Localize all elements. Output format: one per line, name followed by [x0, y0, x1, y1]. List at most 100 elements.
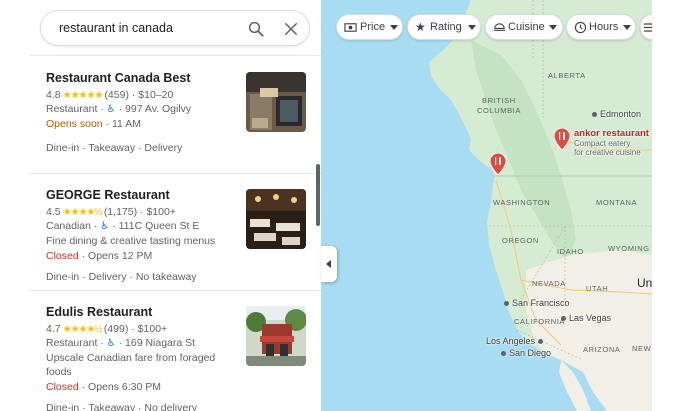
region-label: NEVADA	[532, 279, 566, 288]
chip-label: Cuisine	[508, 21, 545, 33]
category: Restaurant	[46, 103, 98, 115]
filter-chip-rating[interactable]: ★ Rating	[407, 14, 481, 40]
chevron-down-icon	[549, 25, 557, 30]
filter-chip-price[interactable]: Price	[336, 14, 403, 40]
region-label: ALBERTA	[548, 71, 586, 80]
result-name[interactable]: Edulis Restaurant	[46, 305, 152, 319]
results-scrollbar[interactable]	[316, 164, 320, 226]
wheelchair-icon: ♿	[100, 221, 110, 232]
price-level: $100+	[146, 206, 176, 218]
money-icon	[344, 23, 357, 32]
region-label: NEW MEXICO	[632, 344, 652, 353]
rating-stars: ★★★★½	[62, 207, 103, 218]
region-label: OREGON	[502, 236, 539, 245]
clock-icon	[574, 21, 587, 34]
search-icon[interactable]	[247, 20, 265, 38]
city-san-diego: San Diego	[501, 348, 551, 358]
category-address: Restaurant · ♿ · 169 Niagara St	[46, 337, 196, 349]
wheelchair-icon: ♿	[106, 104, 116, 115]
city-dot-icon	[538, 339, 544, 344]
result-card[interactable]: Edulis Restaurant 4.7 ★★★★½ (499) · $100+ …	[29, 291, 321, 411]
result-name[interactable]: Restaurant Canada Best	[46, 71, 191, 85]
rating-value: 4.5	[46, 206, 61, 218]
pin-label: ankor restaurant Compact eatery for crea…	[574, 128, 649, 157]
address: 169 Niagara St	[125, 337, 196, 349]
collapse-panel-button[interactable]	[321, 246, 337, 282]
status-detail: Opens 12 PM	[88, 250, 153, 262]
chevron-left-icon	[326, 260, 331, 268]
country-label-partial: Un	[637, 276, 652, 290]
region-label: WYOMING	[608, 244, 650, 253]
result-card[interactable]: GEORGE Restaurant 4.5 ★★★★½ (1,175) · $100…	[29, 174, 321, 291]
pin-desc-2: for creative cuisine	[574, 148, 641, 157]
rating-line: 4.8 ★★★★★ (459) · $10–20	[46, 89, 174, 101]
region-label: COLUMBIA	[477, 106, 521, 115]
city-edmonton: Edmonton	[592, 109, 641, 119]
hours-line: Closed · Opens 12 PM	[46, 250, 153, 262]
region-label: IDAHO	[557, 247, 584, 256]
service-options: Dine-in · Delivery · No takeaway	[46, 271, 197, 283]
price-level: $100+	[137, 323, 168, 335]
filter-chip-cuisine[interactable]: Cuisine	[485, 14, 563, 40]
city-las-vegas: Las Vegas	[561, 313, 611, 323]
chip-label: Price	[360, 21, 386, 33]
category: Restaurant	[46, 337, 98, 349]
rating-stars: ★★★★½	[62, 324, 103, 335]
search-bar: restaurant in canada	[29, 0, 321, 56]
status-detail: 11 AM	[111, 118, 141, 130]
filter-icon	[644, 23, 652, 32]
description-line-1: Upscale Canadian fare from foraged	[46, 352, 216, 364]
search-input[interactable]: restaurant in canada	[40, 10, 310, 46]
restaurant-pin-icon[interactable]	[490, 153, 506, 175]
result-photo[interactable]	[246, 72, 306, 132]
result-card[interactable]: Restaurant Canada Best 4.8 ★★★★★ (459) · $…	[29, 57, 321, 174]
chip-label: Hours	[589, 21, 619, 33]
city-dot-icon	[501, 351, 506, 356]
restaurant-pin-icon[interactable]	[554, 128, 570, 150]
review-count: (1,175)	[103, 206, 138, 218]
service-options: Dine-in · Takeaway · Delivery	[46, 142, 183, 154]
results-panel: restaurant in canada Restaurant Canada B…	[29, 0, 321, 411]
pin-desc-1: Compact eatery	[574, 139, 631, 148]
rating-value: 4.7	[46, 323, 61, 335]
description-line-2: foods	[46, 366, 72, 378]
closed-status: Closed	[46, 250, 79, 262]
search-query[interactable]: restaurant in canada	[59, 21, 173, 35]
address: 111C Queen St E	[118, 220, 200, 232]
region-label: UTAH	[586, 284, 609, 293]
cuisine-icon	[493, 23, 506, 31]
close-icon[interactable]	[282, 20, 300, 38]
city-los-angeles: Los Angeles	[486, 336, 544, 346]
pin-name[interactable]: ankor restaurant	[574, 128, 649, 139]
status-detail: Opens 6:30 PM	[88, 381, 161, 393]
category-address: Canadian · ♿ · 111C Queen St E	[46, 220, 200, 232]
star-icon: ★	[415, 20, 426, 34]
address: 997 Av. Ogilvy	[125, 103, 192, 115]
service-options: Dine-in · Takeaway · No delivery	[46, 402, 197, 411]
result-photo[interactable]	[246, 306, 306, 366]
review-count: (459)	[104, 89, 129, 101]
wheelchair-icon: ♿	[106, 338, 116, 349]
result-name[interactable]: GEORGE Restaurant	[46, 188, 170, 202]
rating-value: 4.8	[46, 89, 61, 101]
results-list: Restaurant Canada Best 4.8 ★★★★★ (459) · $…	[29, 57, 321, 411]
map-view[interactable]: ALBERTA BRITISH COLUMBIA WASHINGTON MONT…	[321, 0, 652, 411]
hours-line: Closed · Opens 6:30 PM	[46, 381, 161, 393]
category-address: Restaurant · ♿ · 997 Av. Ogilvy	[46, 103, 192, 115]
closed-status: Closed	[46, 381, 79, 393]
rating-stars: ★★★★★	[62, 90, 104, 101]
chip-label: Rating	[430, 21, 462, 33]
result-photo[interactable]	[246, 189, 306, 249]
chevron-down-icon	[390, 25, 398, 30]
region-label: MONTANA	[596, 198, 638, 207]
category: Canadian	[46, 220, 91, 232]
city-dot-icon	[561, 316, 566, 321]
filter-chip-hours[interactable]: Hours	[566, 14, 636, 40]
region-label: CALIFORNIA	[514, 317, 566, 326]
review-count: (499)	[103, 323, 129, 335]
rating-line: 4.5 ★★★★½ (1,175) · $100+	[46, 206, 176, 218]
region-label: BRITISH	[482, 96, 516, 105]
hours-line: Opens soon · 11 AM	[46, 118, 141, 130]
chevron-down-icon	[468, 25, 476, 30]
region-label: ARIZONA	[583, 345, 621, 354]
